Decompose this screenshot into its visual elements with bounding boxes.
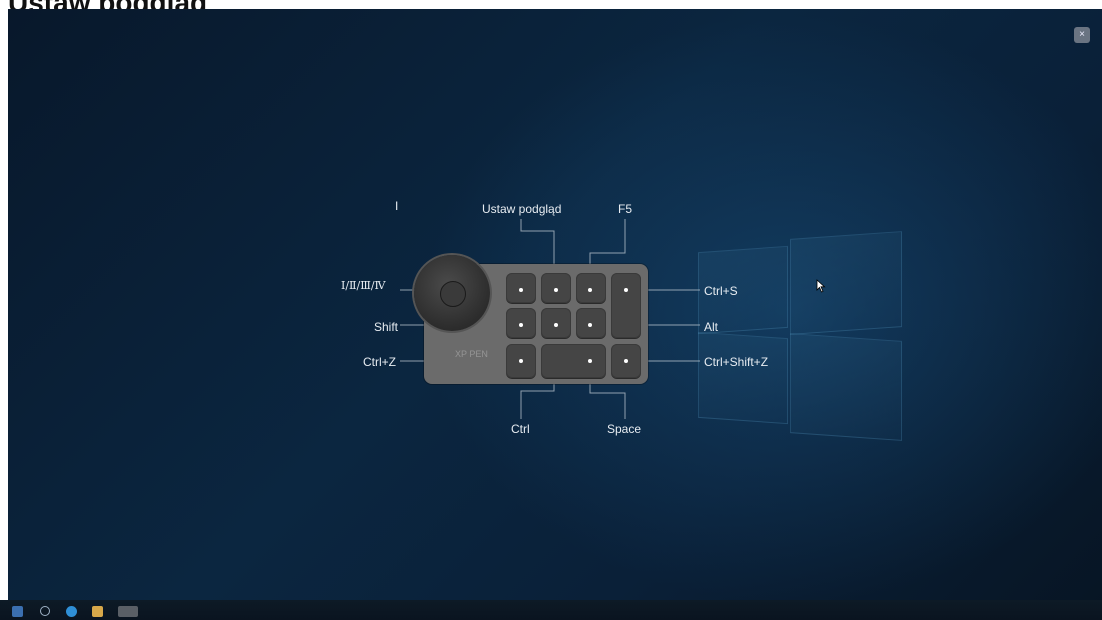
- label-alt: Alt: [704, 320, 719, 334]
- label-ctrl: Ctrl: [511, 422, 530, 436]
- app-icon[interactable]: [118, 606, 138, 617]
- key-dot: [554, 323, 558, 327]
- desktop-screen: × XP PEN I Ustaw podgląd F5 Ⅰ/Ⅱ/Ⅲ/Ⅳ Shif…: [8, 9, 1102, 611]
- label-shift: Shift: [374, 320, 399, 334]
- search-icon[interactable]: [40, 606, 50, 616]
- key-dot: [519, 359, 523, 363]
- taskbar: [0, 600, 1102, 620]
- browser-icon[interactable]: [66, 606, 77, 617]
- label-ctrl-s: Ctrl+S: [704, 284, 738, 298]
- key-space[interactable]: [541, 344, 606, 378]
- key-dot: [519, 323, 523, 327]
- brand-logo: XP PEN: [455, 349, 488, 359]
- label-f5: F5: [618, 202, 633, 216]
- mouse-cursor-icon: [816, 279, 826, 293]
- dial-center: [440, 281, 466, 307]
- label-ustaw-podglad: Ustaw podgląd: [482, 202, 562, 216]
- label-space: Space: [607, 422, 642, 436]
- start-icon[interactable]: [12, 606, 23, 617]
- key-dot: [588, 323, 592, 327]
- key-4[interactable]: [611, 273, 641, 338]
- folder-icon[interactable]: [92, 606, 103, 617]
- key-dot: [588, 359, 592, 363]
- label-ctrl-z: Ctrl+Z: [363, 355, 396, 369]
- key-dot: [624, 288, 628, 292]
- key-dot: [588, 288, 592, 292]
- key-dot: [624, 359, 628, 363]
- key-dot: [519, 288, 523, 292]
- label-ctrl-shift-z: Ctrl+Shift+Z: [704, 355, 769, 369]
- label-dial: Ⅰ/Ⅱ/Ⅲ/Ⅳ: [341, 279, 386, 292]
- key-dot: [554, 288, 558, 292]
- dial-icon[interactable]: [414, 255, 490, 331]
- label-top-small: I: [395, 199, 399, 213]
